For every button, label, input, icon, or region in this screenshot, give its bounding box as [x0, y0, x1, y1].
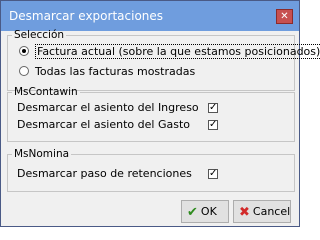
mscontawin-group: MsContawin — [7, 86, 295, 142]
msnomina-legend: MsNomina — [14, 148, 70, 160]
close-icon: ✕ — [280, 11, 289, 22]
dialog-window: Desmarcar exportaciones ✕ Selección Fact… — [0, 0, 320, 227]
radio-factura-actual-dot[interactable] — [19, 46, 29, 56]
radio-todas-facturas-dot[interactable] — [19, 66, 29, 76]
checkmark-icon: ✔ — [187, 205, 198, 220]
ingreso-checkmark-icon: ✓ — [209, 102, 218, 113]
close-button[interactable]: ✕ — [276, 9, 293, 24]
window-title: Desmarcar exportaciones — [9, 9, 164, 23]
gasto-checkbox[interactable]: ✓ — [208, 120, 218, 130]
retenciones-checkmark-icon: ✓ — [209, 168, 218, 179]
mscontawin-legend: MsContawin — [14, 86, 78, 98]
retenciones-checkbox[interactable]: ✓ — [208, 169, 218, 179]
seleccion-group: Selección — [7, 29, 295, 91]
retenciones-label: Desmarcar paso de retenciones — [17, 167, 192, 180]
ingreso-label: Desmarcar el asiento del Ingreso — [17, 101, 199, 114]
cancel-button[interactable]: ✖ Cancel — [233, 200, 291, 223]
seleccion-legend: Selección — [14, 29, 65, 41]
ok-button-label: OK — [200, 205, 217, 218]
dialog-body: Selección Factura actual (sobre la que e… — [5, 29, 320, 223]
radio-todas-facturas-label: Todas las facturas mostradas — [35, 65, 196, 78]
cancel-button-label: Cancel — [252, 205, 291, 218]
ingreso-checkbox[interactable]: ✓ — [208, 103, 218, 113]
radio-factura-actual[interactable]: Factura actual (sobre la que estamos pos… — [19, 44, 320, 59]
radio-factura-actual-label: Factura actual (sobre la que estamos pos… — [35, 44, 320, 59]
gasto-checkmark-icon: ✓ — [209, 119, 218, 130]
gasto-label: Desmarcar el asiento del Gasto — [17, 118, 190, 131]
title-bar[interactable]: Desmarcar exportaciones ✕ — [1, 1, 299, 31]
cancel-x-icon: ✖ — [239, 205, 250, 220]
ok-button[interactable]: ✔ OK — [181, 200, 229, 223]
radio-todas-facturas[interactable]: Todas las facturas mostradas — [19, 65, 195, 78]
